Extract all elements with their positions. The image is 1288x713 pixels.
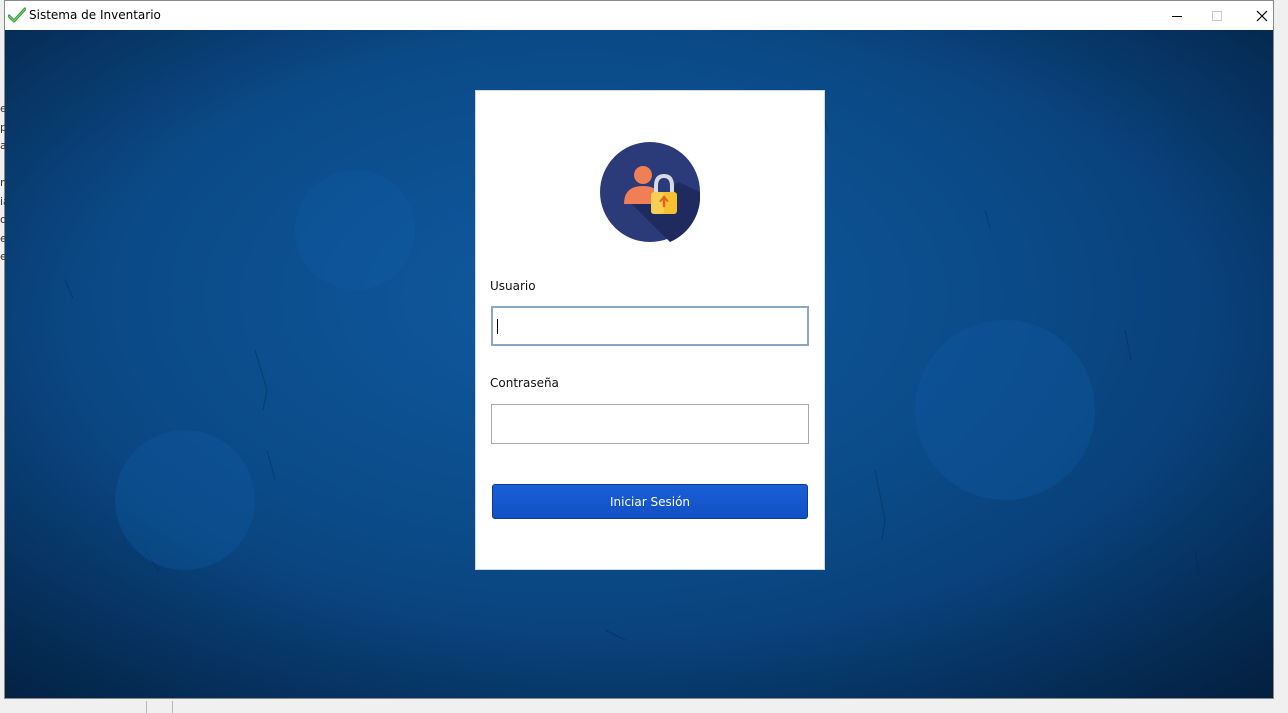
window-title: Sistema de Inventario xyxy=(29,8,161,22)
password-input[interactable] xyxy=(491,404,809,444)
green-checkmark-icon xyxy=(7,7,27,23)
login-button-label: Iniciar Sesión xyxy=(609,494,691,509)
fragment-text: nt xyxy=(0,176,6,189)
fragment-text: e xyxy=(0,102,6,115)
background-window-edge xyxy=(1274,0,1288,699)
username-input[interactable] xyxy=(491,306,809,346)
login-card: Usuario Contraseña Iniciar Sesión xyxy=(475,90,825,570)
maximize-button[interactable] xyxy=(1194,1,1240,30)
background-status-strip xyxy=(0,699,1288,713)
fragment-text: o xyxy=(0,213,6,226)
fragment-text: ia xyxy=(0,194,6,208)
title-bar[interactable]: Sistema de Inventario xyxy=(5,1,1273,30)
user-lock-icon xyxy=(600,142,701,242)
fragment-text: eb xyxy=(0,250,6,263)
maximize-icon xyxy=(1212,10,1222,21)
username-label: Usuario xyxy=(490,279,536,293)
close-icon xyxy=(1256,10,1268,21)
minimize-icon xyxy=(1172,15,1182,17)
fragment-text: pa xyxy=(0,120,6,134)
status-divider xyxy=(146,701,147,713)
fragment-text xyxy=(0,156,6,175)
status-divider xyxy=(172,701,173,713)
password-label: Contraseña xyxy=(490,376,559,390)
background-window-text: e pa a nt ia o et eb xyxy=(0,100,6,270)
fragment-text: et xyxy=(0,231,6,245)
login-background: Usuario Contraseña Iniciar Sesión xyxy=(5,30,1273,698)
fragment-text: a xyxy=(0,139,6,152)
login-button[interactable]: Iniciar Sesión xyxy=(492,484,808,519)
text-cursor xyxy=(497,319,498,334)
app-window: Sistema de Inventario Usuario Contraseña… xyxy=(4,0,1274,699)
